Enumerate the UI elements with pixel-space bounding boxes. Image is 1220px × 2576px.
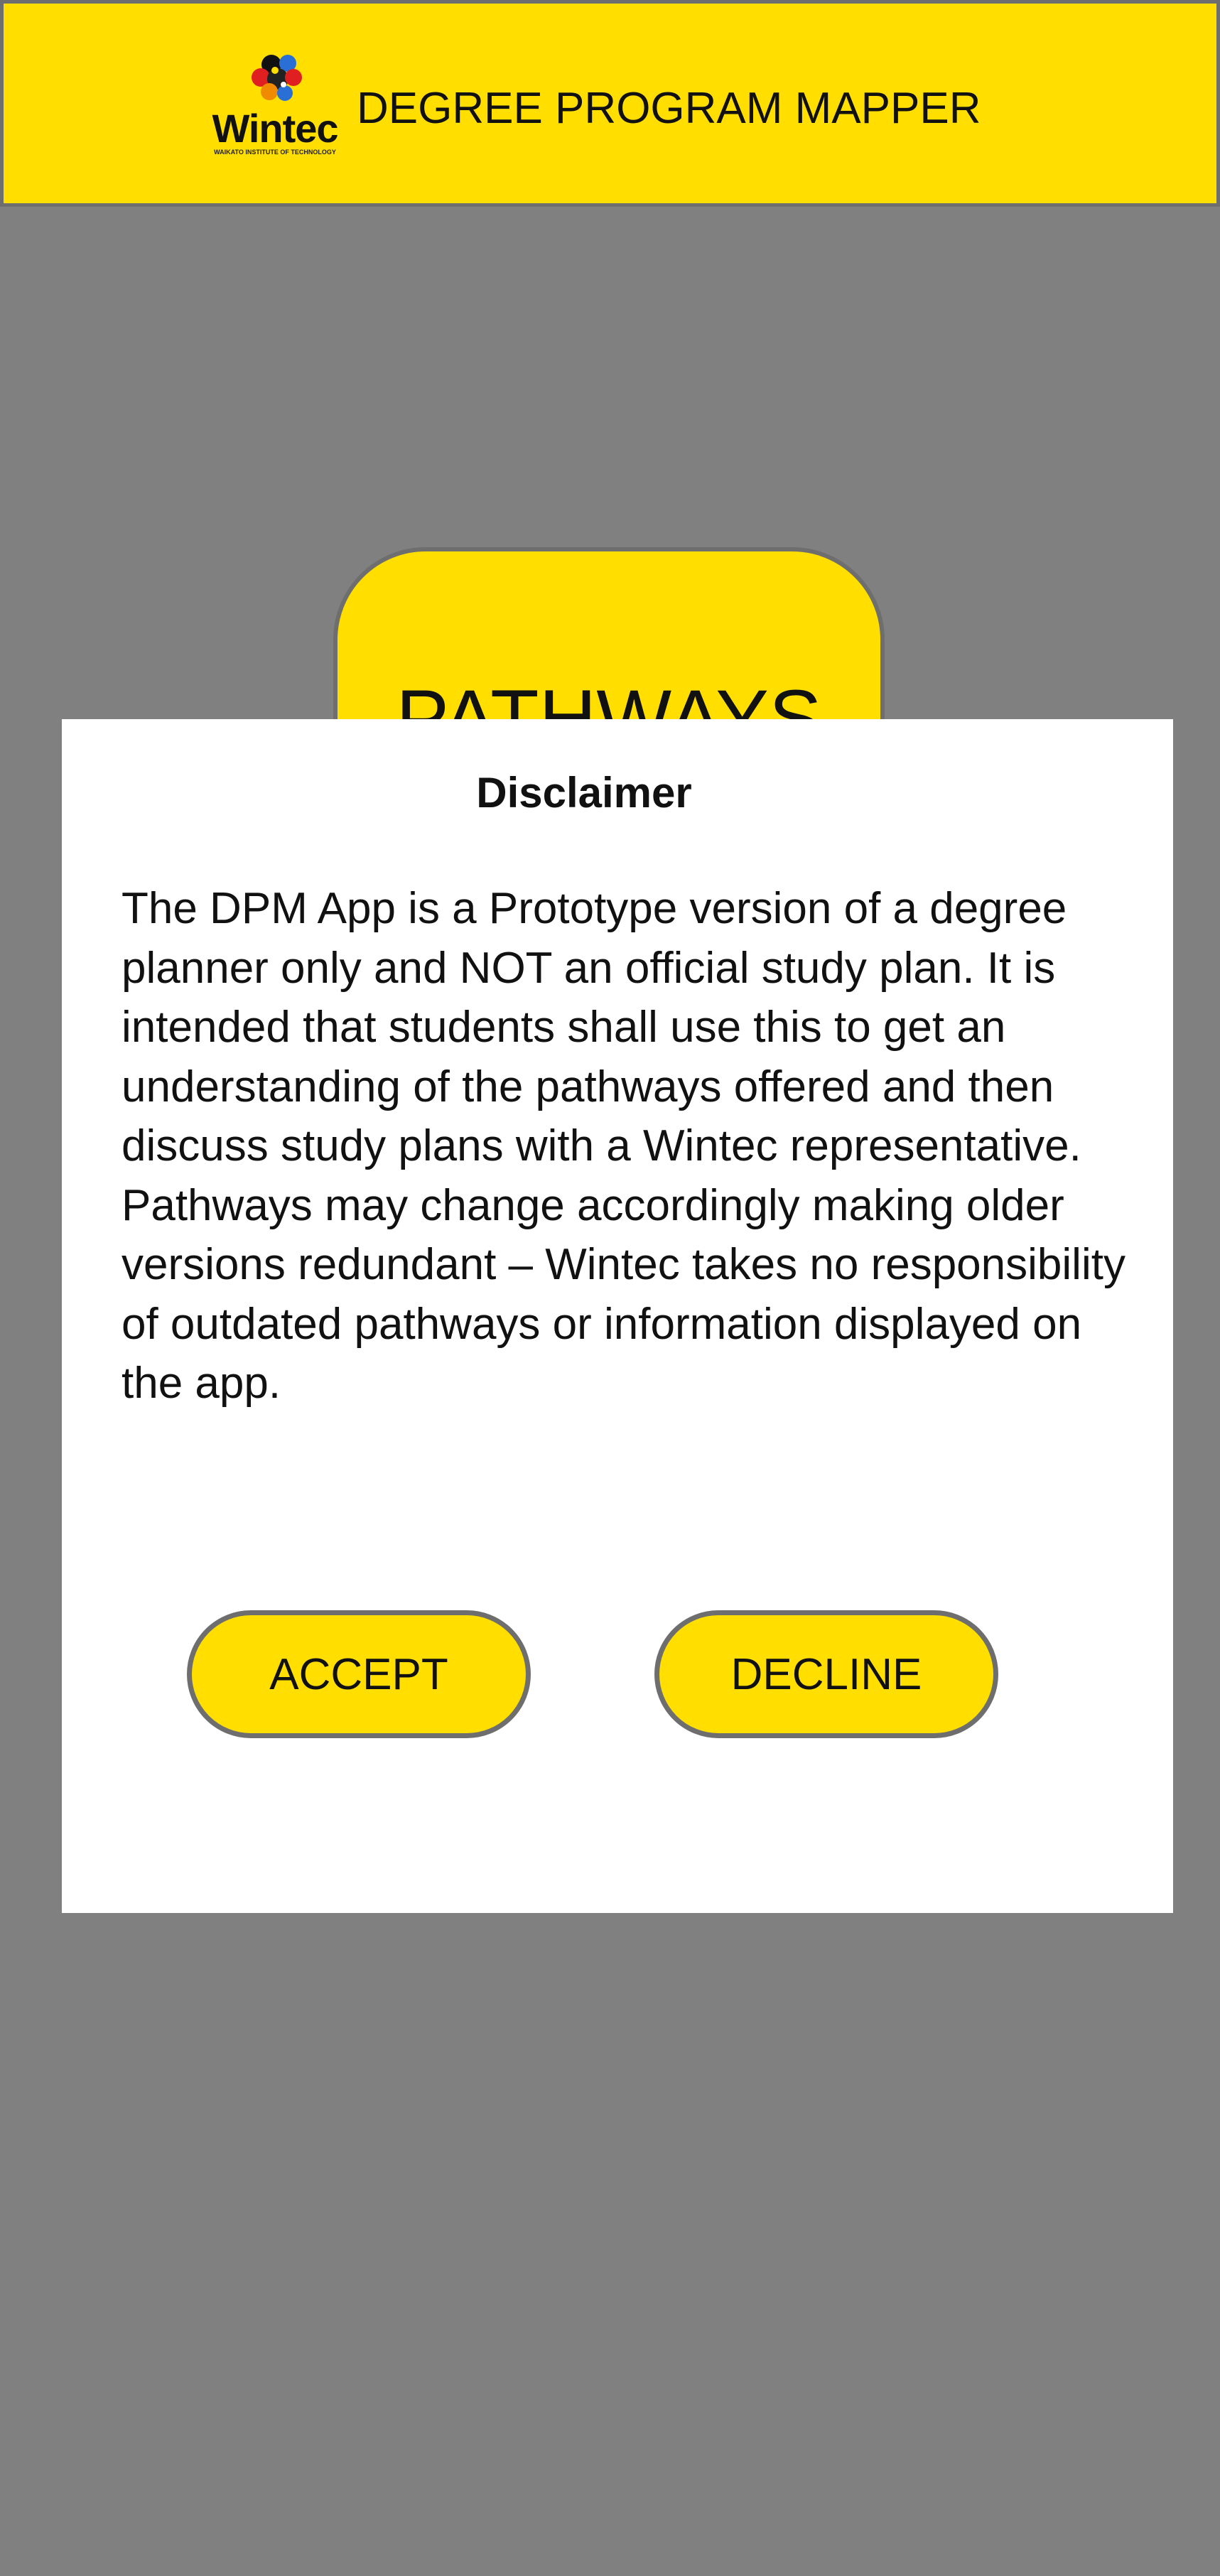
disclaimer-text: The DPM App is a Prototype version of a … [122, 884, 1125, 1408]
wintec-logo-icon [204, 50, 346, 114]
accept-button[interactable]: ACCEPT [187, 1610, 531, 1738]
modal-title: Disclaimer [476, 769, 692, 817]
app-header: Wintec WAIKATO INSTITUTE OF TECHNOLOGY D… [0, 0, 1220, 207]
decline-button[interactable]: DECLINE [654, 1610, 998, 1738]
disclaimer-modal: Disclaimer The DPM App is a Prototype ve… [62, 719, 1173, 1913]
logo-wordmark: Wintec [212, 106, 338, 151]
logo-tagline: WAIKATO INSTITUTE OF TECHNOLOGY [214, 149, 336, 156]
wintec-logo: Wintec WAIKATO INSTITUTE OF TECHNOLOGY [204, 50, 346, 164]
app-title: DEGREE PROGRAM MAPPER [357, 84, 981, 133]
